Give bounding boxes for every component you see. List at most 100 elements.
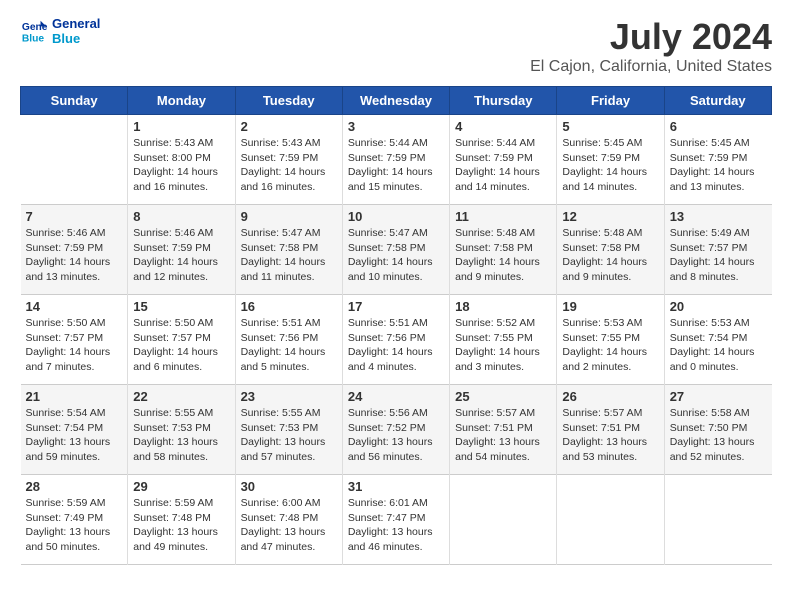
title-area: July 2024 El Cajon, California, United S… (530, 16, 772, 76)
day-number: 27 (670, 389, 767, 404)
logo-line1: General (52, 16, 100, 31)
day-number: 5 (562, 119, 658, 134)
day-info: Sunrise: 6:01 AMSunset: 7:47 PMDaylight:… (348, 496, 444, 555)
calendar-cell (664, 475, 771, 565)
header-thursday: Thursday (450, 87, 557, 115)
day-info: Sunrise: 5:48 AMSunset: 7:58 PMDaylight:… (455, 226, 551, 285)
calendar-cell: 17 Sunrise: 5:51 AMSunset: 7:56 PMDayligh… (342, 295, 449, 385)
header-friday: Friday (557, 87, 664, 115)
day-number: 6 (670, 119, 767, 134)
calendar-cell: 7 Sunrise: 5:46 AMSunset: 7:59 PMDaylight… (21, 205, 128, 295)
day-number: 28 (26, 479, 123, 494)
calendar-cell: 8 Sunrise: 5:46 AMSunset: 7:59 PMDaylight… (128, 205, 235, 295)
calendar-cell: 26Sunrise: 5:57 AMSunset: 7:51 PMDayligh… (557, 385, 664, 475)
day-info: Sunrise: 5:48 AMSunset: 7:58 PMDaylight:… (562, 226, 658, 285)
day-info: Sunrise: 5:46 AMSunset: 7:59 PMDaylight:… (26, 226, 123, 285)
day-info: Sunrise: 5:47 AMSunset: 7:58 PMDaylight:… (348, 226, 444, 285)
day-number: 10 (348, 209, 444, 224)
calendar-cell: 30 Sunrise: 6:00 AMSunset: 7:48 PMDayligh… (235, 475, 342, 565)
calendar-cell: 13Sunrise: 5:49 AMSunset: 7:57 PMDayligh… (664, 205, 771, 295)
calendar-cell: 22 Sunrise: 5:55 AMSunset: 7:53 PMDayligh… (128, 385, 235, 475)
header: General Blue General Blue July 2024 El C… (20, 16, 772, 76)
calendar-cell: 25Sunrise: 5:57 AMSunset: 7:51 PMDayligh… (450, 385, 557, 475)
calendar-cell: 12 Sunrise: 5:48 AMSunset: 7:58 PMDayligh… (557, 205, 664, 295)
day-info: Sunrise: 6:00 AMSunset: 7:48 PMDaylight:… (241, 496, 337, 555)
day-number: 14 (26, 299, 123, 314)
day-number: 23 (241, 389, 337, 404)
calendar-cell: 16Sunrise: 5:51 AMSunset: 7:56 PMDayligh… (235, 295, 342, 385)
day-info: Sunrise: 5:59 AMSunset: 7:49 PMDaylight:… (26, 496, 123, 555)
day-info: Sunrise: 5:45 AMSunset: 7:59 PMDaylight:… (670, 136, 767, 195)
calendar-cell: 31Sunrise: 6:01 AMSunset: 7:47 PMDayligh… (342, 475, 449, 565)
logo: General Blue General Blue (20, 16, 100, 46)
day-number: 9 (241, 209, 337, 224)
header-saturday: Saturday (664, 87, 771, 115)
calendar-cell: 29Sunrise: 5:59 AMSunset: 7:48 PMDayligh… (128, 475, 235, 565)
day-info: Sunrise: 5:56 AMSunset: 7:52 PMDaylight:… (348, 406, 444, 465)
header-sunday: Sunday (21, 87, 128, 115)
calendar-cell: 5 Sunrise: 5:45 AMSunset: 7:59 PMDaylight… (557, 115, 664, 205)
day-info: Sunrise: 5:55 AMSunset: 7:53 PMDaylight:… (133, 406, 229, 465)
header-row: SundayMondayTuesdayWednesdayThursdayFrid… (21, 87, 772, 115)
day-info: Sunrise: 5:44 AMSunset: 7:59 PMDaylight:… (348, 136, 444, 195)
week-row-5: 28 Sunrise: 5:59 AMSunset: 7:49 PMDayligh… (21, 475, 772, 565)
day-number: 1 (133, 119, 229, 134)
day-number: 21 (26, 389, 123, 404)
day-info: Sunrise: 5:45 AMSunset: 7:59 PMDaylight:… (562, 136, 658, 195)
day-number: 12 (562, 209, 658, 224)
header-wednesday: Wednesday (342, 87, 449, 115)
day-number: 19 (562, 299, 658, 314)
calendar-cell: 11 Sunrise: 5:48 AMSunset: 7:58 PMDayligh… (450, 205, 557, 295)
day-number: 4 (455, 119, 551, 134)
logo-line2: Blue (52, 31, 100, 46)
day-info: Sunrise: 5:57 AMSunset: 7:51 PMDaylight:… (455, 406, 551, 465)
day-number: 30 (241, 479, 337, 494)
calendar-cell: 19 Sunrise: 5:53 AMSunset: 7:55 PMDayligh… (557, 295, 664, 385)
day-info: Sunrise: 5:53 AMSunset: 7:55 PMDaylight:… (562, 316, 658, 375)
day-info: Sunrise: 5:52 AMSunset: 7:55 PMDaylight:… (455, 316, 551, 375)
calendar-cell (450, 475, 557, 565)
day-number: 24 (348, 389, 444, 404)
calendar-cell: 1 Sunrise: 5:43 AMSunset: 8:00 PMDaylight… (128, 115, 235, 205)
calendar-cell: 6 Sunrise: 5:45 AMSunset: 7:59 PMDaylight… (664, 115, 771, 205)
day-number: 17 (348, 299, 444, 314)
day-number: 22 (133, 389, 229, 404)
day-info: Sunrise: 5:51 AMSunset: 7:56 PMDaylight:… (348, 316, 444, 375)
calendar-cell (21, 115, 128, 205)
day-info: Sunrise: 5:59 AMSunset: 7:48 PMDaylight:… (133, 496, 229, 555)
calendar-cell: 10 Sunrise: 5:47 AMSunset: 7:58 PMDayligh… (342, 205, 449, 295)
calendar-cell: 2 Sunrise: 5:43 AMSunset: 7:59 PMDaylight… (235, 115, 342, 205)
day-number: 20 (670, 299, 767, 314)
day-number: 8 (133, 209, 229, 224)
svg-text:Blue: Blue (22, 33, 45, 44)
header-tuesday: Tuesday (235, 87, 342, 115)
day-info: Sunrise: 5:50 AMSunset: 7:57 PMDaylight:… (26, 316, 123, 375)
logo-icon: General Blue (20, 17, 48, 45)
calendar-cell: 21 Sunrise: 5:54 AMSunset: 7:54 PMDayligh… (21, 385, 128, 475)
day-number: 7 (26, 209, 123, 224)
day-info: Sunrise: 5:54 AMSunset: 7:54 PMDaylight:… (26, 406, 123, 465)
day-number: 11 (455, 209, 551, 224)
day-info: Sunrise: 5:55 AMSunset: 7:53 PMDaylight:… (241, 406, 337, 465)
day-number: 18 (455, 299, 551, 314)
week-row-1: 1 Sunrise: 5:43 AMSunset: 8:00 PMDaylight… (21, 115, 772, 205)
svg-text:General: General (22, 22, 48, 33)
day-info: Sunrise: 5:43 AMSunset: 8:00 PMDaylight:… (133, 136, 229, 195)
day-number: 15 (133, 299, 229, 314)
day-info: Sunrise: 5:53 AMSunset: 7:54 PMDaylight:… (670, 316, 767, 375)
day-number: 13 (670, 209, 767, 224)
calendar-cell: 23 Sunrise: 5:55 AMSunset: 7:53 PMDayligh… (235, 385, 342, 475)
week-row-3: 14 Sunrise: 5:50 AMSunset: 7:57 PMDayligh… (21, 295, 772, 385)
calendar-cell: 27 Sunrise: 5:58 AMSunset: 7:50 PMDayligh… (664, 385, 771, 475)
calendar-cell: 3Sunrise: 5:44 AMSunset: 7:59 PMDaylight… (342, 115, 449, 205)
calendar-cell: 24 Sunrise: 5:56 AMSunset: 7:52 PMDayligh… (342, 385, 449, 475)
day-info: Sunrise: 5:58 AMSunset: 7:50 PMDaylight:… (670, 406, 767, 465)
day-info: Sunrise: 5:50 AMSunset: 7:57 PMDaylight:… (133, 316, 229, 375)
day-info: Sunrise: 5:43 AMSunset: 7:59 PMDaylight:… (241, 136, 337, 195)
calendar-cell: 14 Sunrise: 5:50 AMSunset: 7:57 PMDayligh… (21, 295, 128, 385)
calendar-cell (557, 475, 664, 565)
day-info: Sunrise: 5:51 AMSunset: 7:56 PMDaylight:… (241, 316, 337, 375)
day-info: Sunrise: 5:46 AMSunset: 7:59 PMDaylight:… (133, 226, 229, 285)
day-number: 2 (241, 119, 337, 134)
week-row-4: 21 Sunrise: 5:54 AMSunset: 7:54 PMDayligh… (21, 385, 772, 475)
